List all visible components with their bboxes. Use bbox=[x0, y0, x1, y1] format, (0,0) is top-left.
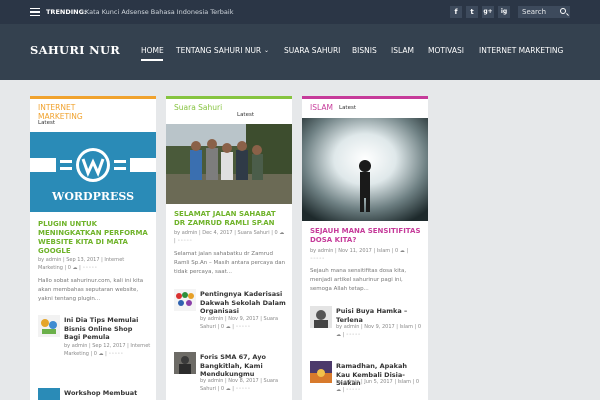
card-accent-bar bbox=[30, 96, 156, 99]
post-thumbnail[interactable] bbox=[174, 289, 196, 311]
wordpress-wordmark: WORDPRESS bbox=[51, 190, 135, 203]
site-logo[interactable]: SAHURI NUR bbox=[30, 43, 120, 57]
nav-active-indicator bbox=[141, 59, 163, 61]
post-meta: by admin | Jun 5, 2017 | Islam | 0 ☁ | ◦… bbox=[336, 379, 420, 393]
featured-image[interactable] bbox=[302, 118, 428, 221]
top-bar: TRENDING: Kata Kunci Adsense Bahasa Indo… bbox=[0, 0, 600, 24]
nav-internet-marketing[interactable]: INTERNET MARKETING bbox=[479, 46, 563, 55]
trending-label: TRENDING: bbox=[46, 8, 87, 16]
featured-post-excerpt: Selamat jalan sahabatku dr Zamrud Ramli … bbox=[174, 251, 286, 275]
section-title[interactable]: INTERNET MARKETING bbox=[38, 103, 118, 121]
google-plus-icon[interactable]: g+ bbox=[482, 6, 494, 18]
card-internet-marketing: INTERNET MARKETING Latest WORDPRESS PLUG… bbox=[30, 96, 156, 400]
post-title[interactable]: Puisi Buya Hamka – Terlena bbox=[336, 307, 422, 324]
card-accent-bar bbox=[166, 96, 292, 99]
featured-post-title[interactable]: SEJAUH MANA SENSITIFITAS DOSA KITA? bbox=[310, 227, 422, 245]
post-title[interactable]: Foris SMA 67, Ayo Bangkitlah, Kami Mendu… bbox=[200, 353, 286, 379]
instagram-icon[interactable]: ig bbox=[498, 6, 510, 18]
featured-image[interactable]: WORDPRESS bbox=[30, 132, 156, 212]
nav-suara-sahuri[interactable]: SUARA SAHURI bbox=[284, 46, 340, 55]
featured-post-meta: by admin | Sep 13, 2017 | Internet Marke… bbox=[38, 257, 125, 271]
post-thumbnail[interactable] bbox=[38, 388, 60, 400]
menu-icon[interactable] bbox=[30, 8, 40, 16]
chevron-down-icon[interactable]: ⌄ bbox=[264, 47, 269, 54]
post-thumbnail[interactable] bbox=[310, 361, 332, 383]
post-title[interactable]: Ini Dia Tips Memulai Bisnis Online Shop … bbox=[64, 316, 150, 342]
post-title[interactable]: Pentingnya Kaderisasi Dakwah Sekolah Dal… bbox=[200, 290, 286, 316]
latest-label: Latest bbox=[38, 120, 55, 126]
twitter-icon[interactable]: t bbox=[466, 6, 478, 18]
search-input[interactable]: Search bbox=[518, 6, 570, 18]
nav-home[interactable]: HOME bbox=[141, 46, 164, 55]
post-thumbnail[interactable] bbox=[38, 315, 60, 337]
post-meta: by admin | Nov 9, 2017 | Islam | 0 ☁ | ◦… bbox=[336, 324, 421, 338]
card-accent-bar bbox=[302, 96, 428, 99]
facebook-icon[interactable]: f bbox=[450, 6, 462, 18]
search-placeholder: Search bbox=[522, 8, 547, 16]
nav-bisnis[interactable]: BISNIS bbox=[352, 46, 377, 55]
trending-link[interactable]: Kata Kunci Adsense Bahasa Indonesia Terb… bbox=[85, 8, 233, 16]
latest-label: Latest bbox=[237, 112, 254, 118]
post-title[interactable]: Workshop Membuat bbox=[64, 389, 150, 398]
post-thumbnail[interactable] bbox=[174, 352, 196, 374]
featured-post-meta: by admin | Dec 4, 2017 | Suara Sahuri | … bbox=[174, 230, 285, 244]
featured-image[interactable] bbox=[166, 124, 292, 204]
featured-post-excerpt: Hallo sobat sahurinur.com, kali ini kita… bbox=[38, 278, 144, 302]
featured-post-excerpt: Sejauh mana sensitifitas dosa kita, menj… bbox=[310, 268, 407, 292]
search-icon[interactable] bbox=[560, 8, 566, 14]
post-thumbnail[interactable] bbox=[310, 306, 332, 328]
nav-islam[interactable]: ISLAM bbox=[391, 46, 414, 55]
post-meta: by admin | Sep 12, 2017 | Internet Marke… bbox=[64, 343, 151, 357]
section-title[interactable]: Suara Sahuri bbox=[174, 103, 224, 113]
featured-post-title[interactable]: SELAMAT JALAN SAHABAT DR ZAMRUD RAMLI SP… bbox=[174, 210, 286, 228]
latest-label: Latest bbox=[339, 105, 356, 111]
nav-motivasi[interactable]: MOTIVASI bbox=[428, 46, 464, 55]
section-title[interactable]: ISLAM bbox=[310, 103, 333, 113]
featured-post-title[interactable]: PLUGIN UNTUK MENINGKATKAN PERFORMA WEBSI… bbox=[38, 220, 150, 256]
card-islam: ISLAM Latest SEJAUH MANA SENSITIFITAS DO… bbox=[302, 96, 428, 400]
featured-post-meta: by admin | Nov 11, 2017 | Islam | 0 ☁ | … bbox=[310, 248, 409, 262]
card-suara-sahuri: Suara Sahuri Latest SELAMAT JALAN SAHABA… bbox=[166, 96, 292, 400]
post-meta: by admin | Nov 8, 2017 | Suara Sahuri | … bbox=[200, 378, 279, 392]
post-meta: by admin | Nov 9, 2017 | Suara Sahuri | … bbox=[200, 316, 279, 330]
nav-tentang[interactable]: TENTANG SAHURI NUR bbox=[176, 46, 261, 55]
